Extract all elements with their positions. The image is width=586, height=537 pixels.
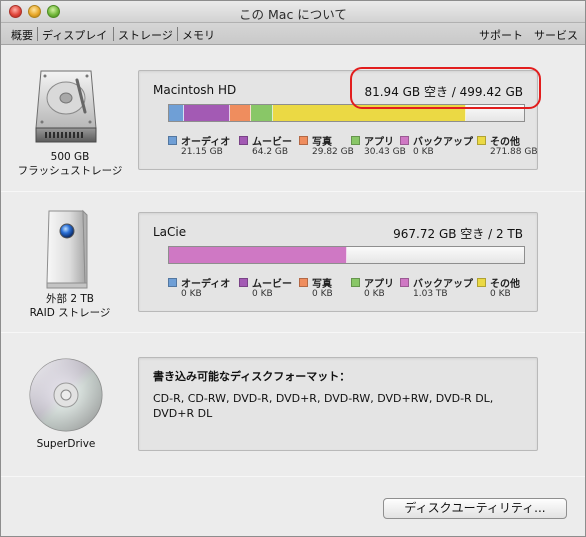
- legend-value: 30.43 GB: [364, 147, 406, 157]
- legend-label: 写真: [312, 279, 332, 290]
- legend-label: ムービー: [252, 279, 292, 290]
- legend-value: 0 KB: [252, 289, 273, 299]
- legend-label: バックアップ: [413, 137, 473, 148]
- section-divider: [1, 332, 585, 333]
- usage-legend: オーディオ 21.15 GB ムービー 64.2 GB 写真 29.82 GB アプリ 30.…: [168, 133, 538, 159]
- service-link[interactable]: サービス: [534, 27, 578, 43]
- device-label-macintosh-hd: 500 GB フラッシュストレージ: [9, 150, 131, 178]
- legend-value: 0 KB: [312, 289, 333, 299]
- usage-segment-photo: [230, 105, 251, 121]
- disk-utility-button[interactable]: ディスクユーティリティ...: [383, 498, 567, 519]
- support-link[interactable]: サポート: [479, 27, 523, 43]
- legend-value: 0 KB: [364, 289, 385, 299]
- legend-swatch: [299, 136, 308, 145]
- usage-segment-backup: [169, 247, 347, 263]
- legend-swatch: [477, 278, 486, 287]
- highlight-annotation: [350, 67, 541, 109]
- usage-segment-audio: [169, 105, 184, 121]
- legend-label: 写真: [312, 137, 332, 148]
- about-this-mac-window: この Mac について 概要 ディスプレイ ストレージ メモリ サポート サービ…: [0, 0, 586, 537]
- tab-separator: [177, 27, 178, 41]
- legend-label: バックアップ: [413, 279, 473, 290]
- legend-swatch: [400, 136, 409, 145]
- hard-drive-icon: [33, 68, 99, 146]
- legend-label: その他: [490, 279, 520, 290]
- legend-swatch: [351, 278, 360, 287]
- usage-bar: [168, 246, 525, 264]
- writable-formats-title: 書き込み可能なディスクフォーマット：: [153, 370, 351, 383]
- legend-value: 21.15 GB: [181, 147, 223, 157]
- legend-swatch: [168, 136, 177, 145]
- optical-disc-icon: [28, 357, 104, 433]
- legend-swatch: [239, 278, 248, 287]
- tab-overview[interactable]: 概要: [11, 27, 33, 43]
- title-bar: この Mac について: [1, 1, 585, 23]
- device-type-label: RAID ストレージ: [29, 307, 111, 319]
- storage-panel-lacie: LaCie 967.72 GB 空き / 2 TB オーディオ 0 KB ムービー 0…: [138, 212, 538, 312]
- legend-value: 0 KB: [181, 289, 202, 299]
- section-divider: [1, 476, 585, 477]
- usage-legend: オーディオ 0 KB ムービー 0 KB 写真 0 KB アプリ 0 KB バックアップ 1.03…: [168, 275, 528, 301]
- tab-storage[interactable]: ストレージ: [118, 27, 173, 43]
- tab-memory[interactable]: メモリ: [182, 27, 215, 43]
- device-capacity-label: 500 GB: [50, 151, 90, 163]
- tab-separator: [37, 27, 38, 41]
- legend-swatch: [477, 136, 486, 145]
- usage-segment-movie: [184, 105, 230, 121]
- disk-free-space: 967.72 GB 空き / 2 TB: [393, 227, 523, 241]
- legend-label: その他: [490, 137, 520, 148]
- toolbar: 概要 ディスプレイ ストレージ メモリ サポート サービス: [1, 23, 585, 45]
- external-drive-icon: [43, 209, 89, 291]
- section-divider: [1, 191, 585, 192]
- tab-displays[interactable]: ディスプレイ: [42, 27, 107, 43]
- legend-label: アプリ: [364, 279, 394, 290]
- legend-value: 1.03 TB: [413, 289, 448, 299]
- legend-value: 0 KB: [490, 289, 511, 299]
- usage-segment-apps: [251, 105, 273, 121]
- legend-swatch: [351, 136, 360, 145]
- tab-separator: [113, 27, 114, 41]
- legend-label: ムービー: [252, 137, 292, 148]
- legend-value: 271.88 GB: [490, 147, 538, 157]
- writable-formats-list: CD-R, CD-RW, DVD-R, DVD+R, DVD-RW, DVD+R…: [153, 392, 494, 420]
- device-type-label: フラッシュストレージ: [17, 165, 123, 177]
- device-capacity-label: 外部 2 TB: [46, 293, 94, 305]
- legend-swatch: [239, 136, 248, 145]
- legend-label: アプリ: [364, 137, 394, 148]
- window-title: この Mac について: [239, 7, 347, 22]
- legend-value: 29.82 GB: [312, 147, 354, 157]
- legend-value: 0 KB: [413, 147, 434, 157]
- legend-label: オーディオ: [181, 137, 231, 148]
- superdrive-panel: 書き込み可能なディスクフォーマット： CD-R, CD-RW, DVD-R, D…: [138, 357, 538, 451]
- legend-swatch: [299, 278, 308, 287]
- legend-swatch: [400, 278, 409, 287]
- device-label-lacie: 外部 2 TB RAID ストレージ: [9, 292, 131, 320]
- legend-value: 64.2 GB: [252, 147, 289, 157]
- disk-name: Macintosh HD: [153, 83, 237, 97]
- device-label-superdrive: SuperDrive: [36, 438, 96, 450]
- disk-name: LaCie: [153, 225, 187, 239]
- legend-label: オーディオ: [181, 279, 231, 290]
- legend-swatch: [168, 278, 177, 287]
